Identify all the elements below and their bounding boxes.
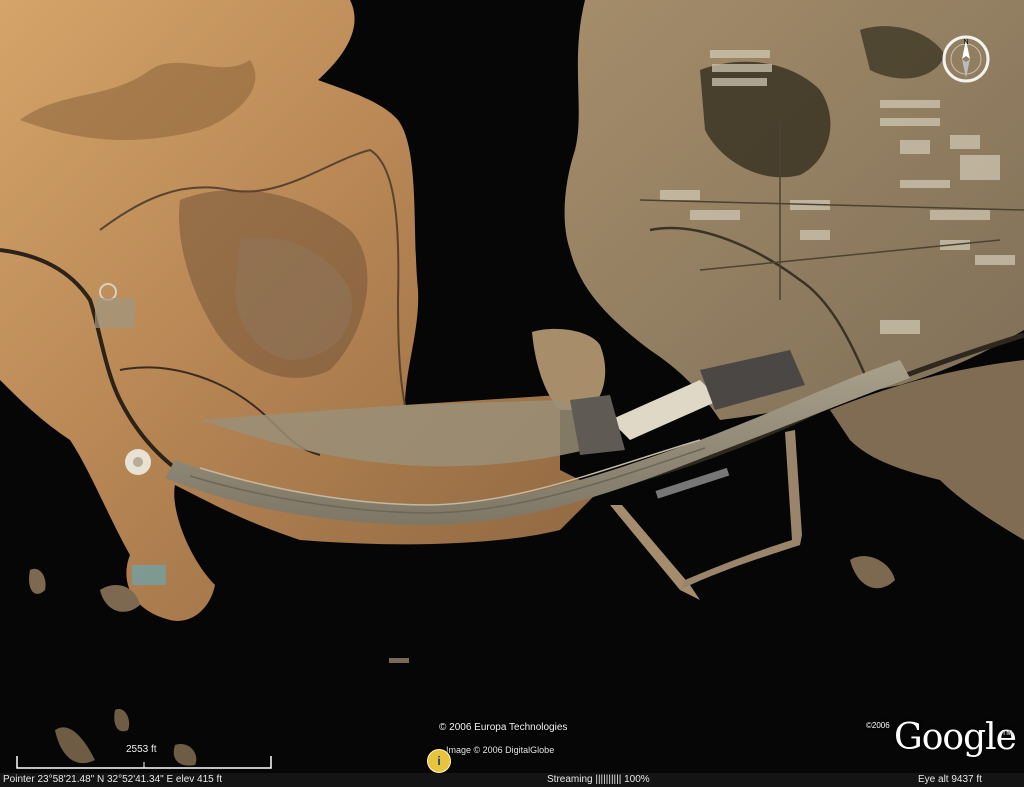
google-trademark: TM bbox=[1002, 730, 1013, 737]
google-copyright-year: ©2006 bbox=[866, 721, 890, 730]
compass-rose-icon[interactable]: N bbox=[941, 34, 991, 84]
copyright-europa: © 2006 Europa Technologies bbox=[439, 722, 568, 733]
eye-altitude: Eye alt 9437 ft bbox=[918, 774, 982, 785]
satellite-imagery bbox=[0, 0, 1024, 787]
svg-text:N: N bbox=[963, 39, 968, 46]
west-building bbox=[95, 298, 135, 328]
info-icon[interactable]: i bbox=[427, 749, 451, 773]
boat bbox=[389, 658, 409, 663]
streaming-status: Streaming |||||||||| 100% bbox=[547, 774, 650, 785]
copyright-digitalglobe: Image © 2006 DigitalGlobe bbox=[446, 745, 555, 755]
scale-bar: 2553 ft bbox=[16, 744, 274, 774]
satellite-map-view[interactable]: N © 2006 Europa Technologies Image © 200… bbox=[0, 0, 1024, 787]
scale-ruler-icon bbox=[16, 756, 272, 769]
status-bar: Pointer 23°58'21.48" N 32°52'41.34" E el… bbox=[0, 773, 1024, 787]
google-wordmark: Google bbox=[894, 717, 1017, 758]
pointer-coordinates: Pointer 23°58'21.48" N 32°52'41.34" E el… bbox=[3, 774, 223, 785]
pool-building bbox=[132, 565, 166, 585]
